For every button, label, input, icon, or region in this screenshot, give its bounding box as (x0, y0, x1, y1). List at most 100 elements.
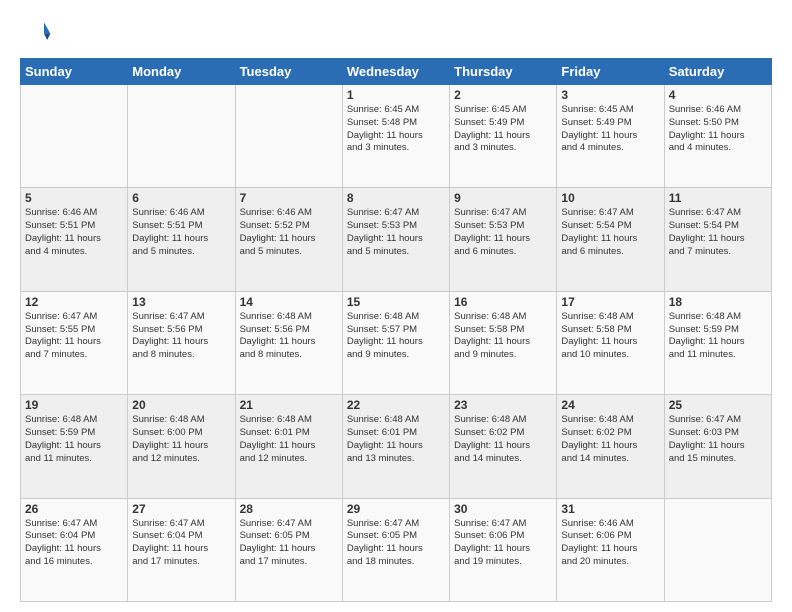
calendar-cell: 31 Sunrise: 6:46 AM Sunset: 6:06 PM Dayli… (557, 498, 664, 601)
weekday-header-monday: Monday (128, 59, 235, 85)
calendar-cell: 8 Sunrise: 6:47 AM Sunset: 5:53 PM Daylig… (342, 188, 449, 291)
calendar-cell: 16 Sunrise: 6:48 AM Sunset: 5:58 PM Dayli… (450, 291, 557, 394)
header (20, 16, 772, 48)
day-info: Sunrise: 6:46 AM Sunset: 5:51 PM Dayligh… (132, 207, 230, 258)
calendar-cell: 15 Sunrise: 6:48 AM Sunset: 5:57 PM Dayli… (342, 291, 449, 394)
calendar-cell: 26Sunrise: 6:47 AM Sunset: 6:04 PM Dayli… (21, 498, 128, 601)
weekday-header-sunday: Sunday (21, 59, 128, 85)
calendar-cell: 23Sunrise: 6:48 AM Sunset: 6:02 PM Dayli… (450, 395, 557, 498)
day-number: 24 (561, 398, 659, 412)
calendar-cell: 12 Sunrise: 6:47 AM Sunset: 5:55 PM Dayli… (21, 291, 128, 394)
day-info: Sunrise: 6:47 AM Sunset: 5:54 PM Dayligh… (669, 207, 767, 258)
day-info: Sunrise: 6:47 AM Sunset: 6:04 PM Dayligh… (132, 518, 230, 569)
weekday-header-friday: Friday (557, 59, 664, 85)
day-info: Sunrise: 6:45 AM Sunset: 5:49 PM Dayligh… (561, 104, 659, 155)
calendar-cell: 14 Sunrise: 6:48 AM Sunset: 5:56 PM Dayli… (235, 291, 342, 394)
weekday-header-saturday: Saturday (664, 59, 771, 85)
calendar-cell: 28 Sunrise: 6:47 AM Sunset: 6:05 PM Dayli… (235, 498, 342, 601)
day-info: Sunrise: 6:47 AM Sunset: 5:53 PM Dayligh… (454, 207, 552, 258)
logo-icon (20, 16, 52, 48)
day-number: 8 (347, 191, 445, 205)
day-number: 22 (347, 398, 445, 412)
weekday-header-wednesday: Wednesday (342, 59, 449, 85)
calendar-cell: 30 Sunrise: 6:47 AM Sunset: 6:06 PM Dayli… (450, 498, 557, 601)
calendar-week-2: 5 Sunrise: 6:46 AM Sunset: 5:51 PM Daylig… (21, 188, 772, 291)
day-number: 10 (561, 191, 659, 205)
day-number: 19 (25, 398, 123, 412)
day-number: 3 (561, 88, 659, 102)
day-number: 30 (454, 502, 552, 516)
calendar-week-1: 1Sunrise: 6:45 AM Sunset: 5:48 PM Daylig… (21, 85, 772, 188)
day-info: Sunrise: 6:48 AM Sunset: 5:57 PM Dayligh… (347, 311, 445, 362)
calendar-cell: 6Sunrise: 6:46 AM Sunset: 5:51 PM Daylig… (128, 188, 235, 291)
day-number: 14 (240, 295, 338, 309)
calendar-cell: 9 Sunrise: 6:47 AM Sunset: 5:53 PM Daylig… (450, 188, 557, 291)
calendar-week-3: 12 Sunrise: 6:47 AM Sunset: 5:55 PM Dayli… (21, 291, 772, 394)
calendar-table: SundayMondayTuesdayWednesdayThursdayFrid… (20, 58, 772, 602)
calendar-cell: 19 Sunrise: 6:48 AM Sunset: 5:59 PM Dayli… (21, 395, 128, 498)
calendar-header-row: SundayMondayTuesdayWednesdayThursdayFrid… (21, 59, 772, 85)
day-info: Sunrise: 6:45 AM Sunset: 5:49 PM Dayligh… (454, 104, 552, 155)
calendar-cell: 24 Sunrise: 6:48 AM Sunset: 6:02 PM Dayli… (557, 395, 664, 498)
day-info: Sunrise: 6:48 AM Sunset: 6:00 PM Dayligh… (132, 414, 230, 465)
day-info: Sunrise: 6:46 AM Sunset: 5:52 PM Dayligh… (240, 207, 338, 258)
day-number: 31 (561, 502, 659, 516)
calendar-cell: 2 Sunrise: 6:45 AM Sunset: 5:49 PM Daylig… (450, 85, 557, 188)
day-number: 5 (25, 191, 123, 205)
day-info: Sunrise: 6:47 AM Sunset: 6:05 PM Dayligh… (347, 518, 445, 569)
day-number: 7 (240, 191, 338, 205)
calendar-cell: 25Sunrise: 6:47 AM Sunset: 6:03 PM Dayli… (664, 395, 771, 498)
calendar-cell (664, 498, 771, 601)
page: SundayMondayTuesdayWednesdayThursdayFrid… (0, 0, 792, 612)
day-number: 28 (240, 502, 338, 516)
day-number: 9 (454, 191, 552, 205)
day-info: Sunrise: 6:48 AM Sunset: 6:01 PM Dayligh… (240, 414, 338, 465)
calendar-cell: 7 Sunrise: 6:46 AM Sunset: 5:52 PM Daylig… (235, 188, 342, 291)
calendar-body: 1Sunrise: 6:45 AM Sunset: 5:48 PM Daylig… (21, 85, 772, 602)
day-number: 21 (240, 398, 338, 412)
calendar-cell: 29 Sunrise: 6:47 AM Sunset: 6:05 PM Dayli… (342, 498, 449, 601)
calendar-cell: 4Sunrise: 6:46 AM Sunset: 5:50 PM Daylig… (664, 85, 771, 188)
day-number: 16 (454, 295, 552, 309)
day-info: Sunrise: 6:47 AM Sunset: 6:05 PM Dayligh… (240, 518, 338, 569)
day-info: Sunrise: 6:46 AM Sunset: 5:51 PM Dayligh… (25, 207, 123, 258)
day-info: Sunrise: 6:48 AM Sunset: 5:58 PM Dayligh… (561, 311, 659, 362)
calendar-cell (235, 85, 342, 188)
day-number: 18 (669, 295, 767, 309)
calendar-cell: 18Sunrise: 6:48 AM Sunset: 5:59 PM Dayli… (664, 291, 771, 394)
day-number: 15 (347, 295, 445, 309)
day-number: 20 (132, 398, 230, 412)
calendar-cell: 22 Sunrise: 6:48 AM Sunset: 6:01 PM Dayli… (342, 395, 449, 498)
day-info: Sunrise: 6:48 AM Sunset: 6:01 PM Dayligh… (347, 414, 445, 465)
calendar-cell: 17 Sunrise: 6:48 AM Sunset: 5:58 PM Dayli… (557, 291, 664, 394)
day-info: Sunrise: 6:48 AM Sunset: 5:59 PM Dayligh… (25, 414, 123, 465)
day-number: 29 (347, 502, 445, 516)
day-number: 1 (347, 88, 445, 102)
weekday-header-thursday: Thursday (450, 59, 557, 85)
day-info: Sunrise: 6:46 AM Sunset: 5:50 PM Dayligh… (669, 104, 767, 155)
day-number: 12 (25, 295, 123, 309)
calendar-week-5: 26Sunrise: 6:47 AM Sunset: 6:04 PM Dayli… (21, 498, 772, 601)
calendar-cell: 1Sunrise: 6:45 AM Sunset: 5:48 PM Daylig… (342, 85, 449, 188)
day-number: 27 (132, 502, 230, 516)
day-info: Sunrise: 6:46 AM Sunset: 6:06 PM Dayligh… (561, 518, 659, 569)
logo (20, 16, 56, 48)
day-info: Sunrise: 6:47 AM Sunset: 5:53 PM Dayligh… (347, 207, 445, 258)
day-number: 25 (669, 398, 767, 412)
day-info: Sunrise: 6:47 AM Sunset: 6:06 PM Dayligh… (454, 518, 552, 569)
day-info: Sunrise: 6:48 AM Sunset: 6:02 PM Dayligh… (454, 414, 552, 465)
day-info: Sunrise: 6:48 AM Sunset: 5:58 PM Dayligh… (454, 311, 552, 362)
calendar-cell: 13Sunrise: 6:47 AM Sunset: 5:56 PM Dayli… (128, 291, 235, 394)
calendar-cell: 11 Sunrise: 6:47 AM Sunset: 5:54 PM Dayli… (664, 188, 771, 291)
calendar-cell: 21 Sunrise: 6:48 AM Sunset: 6:01 PM Dayli… (235, 395, 342, 498)
day-number: 11 (669, 191, 767, 205)
day-info: Sunrise: 6:48 AM Sunset: 5:56 PM Dayligh… (240, 311, 338, 362)
day-info: Sunrise: 6:47 AM Sunset: 5:55 PM Dayligh… (25, 311, 123, 362)
day-info: Sunrise: 6:48 AM Sunset: 6:02 PM Dayligh… (561, 414, 659, 465)
day-info: Sunrise: 6:47 AM Sunset: 5:54 PM Dayligh… (561, 207, 659, 258)
calendar-cell (128, 85, 235, 188)
day-number: 2 (454, 88, 552, 102)
calendar-cell: 27 Sunrise: 6:47 AM Sunset: 6:04 PM Dayli… (128, 498, 235, 601)
calendar-cell: 20 Sunrise: 6:48 AM Sunset: 6:00 PM Dayli… (128, 395, 235, 498)
day-number: 17 (561, 295, 659, 309)
